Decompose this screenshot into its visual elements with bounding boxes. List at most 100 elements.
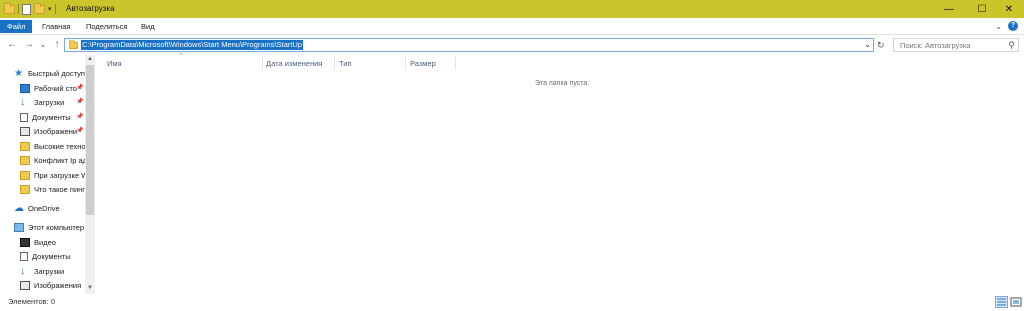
computer-icon — [14, 222, 24, 232]
tab-share[interactable]: Поделиться — [86, 20, 127, 33]
expand-ribbon-icon[interactable]: ⌄ — [995, 22, 1002, 31]
pictures-icon — [20, 280, 30, 290]
sidebar-item-label: При загрузке W — [34, 170, 86, 180]
sidebar-item-pc-downloads[interactable]: ↓ Загрузки — [20, 265, 64, 277]
folder-icon — [69, 40, 78, 50]
tab-home[interactable]: Главная — [42, 20, 71, 33]
column-divider[interactable] — [455, 56, 456, 70]
file-list: ^ Имя Дата изменения Тип Размер Эта папк… — [96, 53, 1024, 294]
pin-icon: 📌 — [76, 114, 84, 120]
column-divider[interactable] — [334, 56, 335, 70]
search-placeholder: Поиск: Автозагрузка — [900, 41, 971, 50]
large-icons-view-icon — [1010, 297, 1022, 307]
sidebar-item-label: Изображения — [34, 280, 82, 290]
empty-folder-message: Эта папка пуста. — [535, 80, 590, 87]
sidebar-item-label: Рабочий сто — [34, 83, 77, 93]
sort-ascending-icon: ^ — [180, 53, 183, 59]
star-icon: ★ — [14, 67, 23, 79]
refresh-button[interactable]: ↻ — [877, 40, 885, 51]
recent-locations-button[interactable]: ⌄ — [37, 39, 49, 51]
column-header-size[interactable]: Размер — [410, 59, 436, 68]
sidebar-item-label: Конфликт Ip адр — [34, 155, 86, 165]
sidebar-item-folder[interactable]: Что такое пинг — [20, 183, 86, 195]
sidebar-item-label: Этот компьютер — [28, 222, 85, 232]
address-dropdown-icon[interactable]: ⌄ — [864, 40, 871, 49]
maximize-button[interactable]: ☐ — [967, 0, 997, 18]
desktop-icon — [20, 83, 30, 93]
title-bar: ▾ Автозагрузка — ☐ ✕ — [0, 0, 1024, 18]
documents-icon — [20, 112, 28, 122]
sidebar-item-label: OneDrive — [28, 203, 60, 213]
details-view-icon — [997, 298, 1006, 306]
ribbon-tabs: Файл Главная Поделиться Вид ⌄ ? — [0, 18, 1024, 35]
up-button[interactable]: ↑ — [51, 39, 63, 51]
navigation-pane: ★ Быстрый доступ Рабочий сто 📌 ↓ Загрузк… — [0, 55, 96, 294]
downloads-icon: ↓ — [20, 96, 26, 108]
sidebar-item-quick-access[interactable]: ★ Быстрый доступ — [14, 67, 85, 79]
sidebar-scrollbar[interactable]: ▲ ▼ — [85, 55, 95, 294]
scroll-down-icon[interactable]: ▼ — [85, 285, 95, 291]
folder-icon — [4, 2, 15, 14]
column-header-date[interactable]: Дата изменения — [266, 59, 322, 68]
back-button[interactable]: ← — [6, 39, 18, 51]
toolbar-separator — [54, 4, 56, 14]
search-input[interactable]: Поиск: Автозагрузка ⚲ — [893, 38, 1019, 52]
column-divider[interactable] — [405, 56, 406, 70]
forward-button[interactable]: → — [23, 39, 35, 51]
column-divider[interactable] — [262, 56, 263, 70]
toolbar-separator — [18, 4, 19, 14]
folder-icon — [20, 155, 30, 165]
sidebar-item-folder[interactable]: Высокие техно — [20, 140, 86, 152]
sidebar-item-downloads[interactable]: ↓ Загрузки — [20, 96, 64, 108]
sidebar-item-onedrive[interactable]: ☁ OneDrive — [14, 202, 60, 214]
properties-icon[interactable] — [22, 3, 31, 15]
sidebar-item-documents[interactable]: Документы — [20, 111, 71, 123]
sidebar-item-label: Загрузки — [34, 266, 65, 276]
scrollbar-thumb[interactable] — [86, 65, 94, 215]
pin-icon: 📌 — [76, 128, 84, 134]
window-title: Автозагрузка — [66, 4, 115, 13]
sidebar-item-desktop[interactable]: Рабочий сто — [20, 82, 77, 94]
sidebar-item-pc-pictures[interactable]: Изображения — [20, 279, 81, 291]
sidebar-item-label: Документы — [32, 251, 71, 261]
tab-view[interactable]: Вид — [141, 20, 155, 33]
sidebar-item-pc-documents[interactable]: Документы — [20, 250, 71, 262]
sidebar-item-folder[interactable]: При загрузке W — [20, 169, 86, 181]
sidebar-item-label: Что такое пинг — [34, 184, 86, 194]
new-folder-icon[interactable] — [34, 2, 45, 14]
tab-file[interactable]: Файл — [0, 20, 33, 33]
sidebar-item-this-pc[interactable]: Этот компьютер — [14, 221, 84, 233]
minimize-button[interactable]: — — [934, 0, 964, 18]
address-bar-row: ← → ⌄ ↑ C:\ProgramData\Microsoft\Windows… — [0, 36, 1024, 55]
sidebar-item-folder[interactable]: Конфликт Ip адр — [20, 154, 86, 166]
pin-icon: 📌 — [76, 85, 84, 91]
customize-toolbar-icon[interactable]: ▾ — [48, 5, 52, 13]
pin-icon: 📌 — [76, 99, 84, 105]
column-header-name[interactable]: Имя — [107, 59, 122, 68]
scroll-up-icon[interactable]: ▲ — [85, 56, 95, 62]
folder-icon — [20, 141, 30, 151]
video-icon — [20, 237, 30, 247]
sidebar-item-label: Документы — [32, 112, 71, 122]
folder-icon — [20, 170, 30, 180]
sidebar-item-label: Быстрый доступ — [28, 68, 85, 78]
quick-access-toolbar: ▾ — [4, 2, 56, 15]
sidebar-item-label: Загрузки — [34, 97, 65, 107]
search-icon[interactable]: ⚲ — [1008, 40, 1015, 51]
sidebar-item-pictures[interactable]: Изображени — [20, 125, 77, 137]
folder-icon — [20, 184, 30, 194]
status-bar: Элементов: 0 — [0, 294, 1024, 311]
details-view-button[interactable] — [995, 296, 1008, 308]
help-icon[interactable]: ? — [1008, 21, 1018, 31]
close-button[interactable]: ✕ — [994, 0, 1024, 18]
cloud-icon: ☁ — [14, 202, 24, 214]
sidebar-item-label: Видео — [34, 237, 56, 247]
large-icons-view-button[interactable] — [1010, 296, 1022, 308]
address-input[interactable]: C:\ProgramData\Microsoft\Windows\Start M… — [64, 38, 874, 52]
column-header-type[interactable]: Тип — [339, 59, 352, 68]
documents-icon — [20, 251, 28, 261]
item-count: Элементов: 0 — [8, 297, 56, 306]
sidebar-item-videos[interactable]: Видео — [20, 236, 56, 248]
sidebar-item-label: Изображени — [34, 126, 78, 136]
address-path[interactable]: C:\ProgramData\Microsoft\Windows\Start M… — [81, 40, 304, 50]
